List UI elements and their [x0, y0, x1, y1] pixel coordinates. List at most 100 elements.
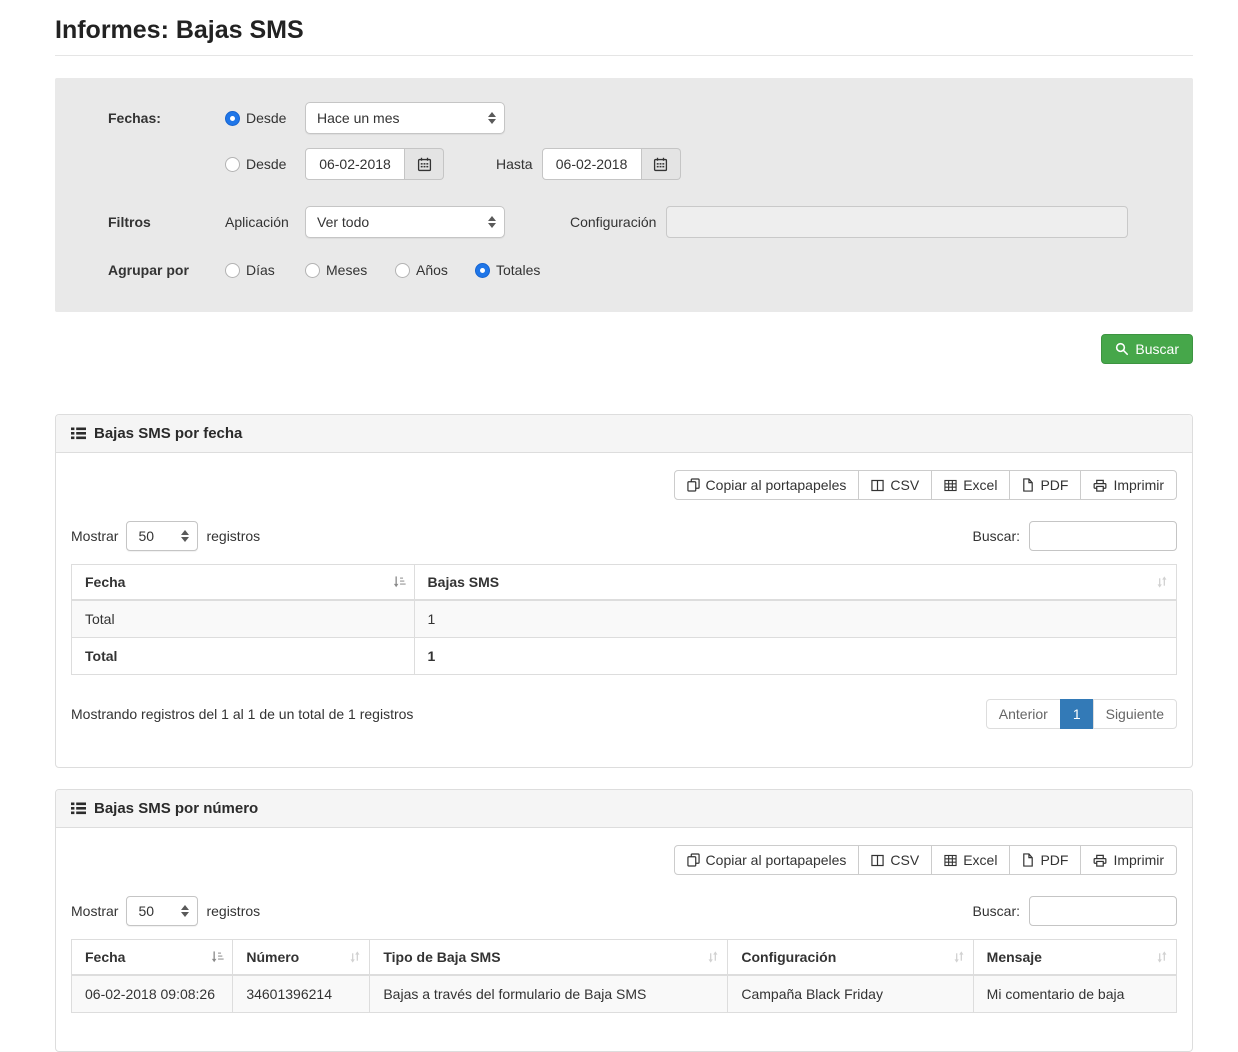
print-button[interactable]: Imprimir	[1080, 845, 1177, 875]
pagination-page-1-button[interactable]: 1	[1060, 699, 1094, 729]
list-icon	[71, 802, 86, 815]
configuracion-label: Configuración	[570, 214, 656, 230]
page-size-select[interactable]: 50	[126, 521, 198, 551]
select-spinner-icon	[488, 216, 496, 228]
printer-icon	[1093, 854, 1107, 867]
column-header-mensaje[interactable]: Mensaje	[973, 940, 1176, 976]
hasta-calendar-button[interactable]	[642, 148, 681, 180]
dt-controls-fecha: Mostrar 50 registros Buscar:	[71, 521, 1177, 551]
aplicacion-select[interactable]: Ver todo	[305, 206, 505, 238]
column-header-fecha[interactable]: Fecha	[72, 940, 233, 976]
table-icon	[944, 854, 957, 867]
fechas-preset-row: Fechas: Desde Hace un mes	[55, 102, 1193, 134]
page-title: Informes: Bajas SMS	[55, 16, 1193, 45]
desde-date-input[interactable]	[305, 148, 405, 180]
pdf-button[interactable]: PDF	[1009, 470, 1081, 500]
desde-calendar-button[interactable]	[405, 148, 444, 180]
table-search-input[interactable]	[1029, 521, 1177, 551]
desde-preset-radio[interactable]: Desde	[225, 110, 286, 126]
date-preset-select-value: Hace un mes	[317, 110, 399, 126]
dt-controls-numero: Mostrar 50 registros Buscar:	[71, 896, 1177, 926]
file-pdf-icon	[1022, 478, 1034, 492]
table-search-label: Buscar:	[973, 903, 1020, 919]
table-info-text: Mostrando registros del 1 al 1 de un tot…	[71, 706, 413, 722]
calendar-icon	[653, 157, 668, 172]
mostrar-label: Mostrar	[71, 903, 118, 919]
panel-fecha-heading: Bajas SMS por fecha	[56, 415, 1192, 453]
columns-icon	[871, 854, 884, 867]
date-preset-select[interactable]: Hace un mes	[305, 102, 505, 134]
copy-icon	[687, 478, 700, 492]
column-header-bajas-sms[interactable]: Bajas SMS	[414, 565, 1176, 601]
export-toolbar: Copiar al portapapeles CSV Excel PDF	[71, 845, 1177, 875]
aplicacion-select-value: Ver todo	[317, 214, 369, 230]
search-icon	[1115, 342, 1129, 356]
select-spinner-icon	[488, 112, 496, 124]
table-search-input[interactable]	[1029, 896, 1177, 926]
agrupar-radio-anos[interactable]: Años	[395, 262, 448, 278]
hasta-label: Hasta	[496, 156, 533, 172]
column-header-tipo-de-baja[interactable]: Tipo de Baja SMS	[370, 940, 728, 976]
panel-bajas-por-numero: Bajas SMS por número Copiar al portapape…	[55, 789, 1193, 1052]
table-row[interactable]: 06-02-2018 09:08:26 34601396214 Bajas a …	[72, 975, 1177, 1013]
table-bajas-por-fecha: Fecha Bajas SMS Total 1	[71, 564, 1177, 675]
table-bajas-por-numero: Fecha Número Tipo de Baja SMS Confi	[71, 939, 1177, 1013]
copy-icon	[687, 853, 700, 867]
aplicacion-label: Aplicación	[225, 214, 289, 230]
print-button[interactable]: Imprimir	[1080, 470, 1177, 500]
table-row[interactable]: Total 1	[72, 600, 1177, 638]
configuracion-input[interactable]	[666, 206, 1128, 238]
print-button-label: Imprimir	[1113, 852, 1164, 868]
radio-dot-icon	[225, 157, 240, 172]
select-spinner-icon	[181, 530, 189, 542]
csv-button-label: CSV	[890, 477, 919, 493]
copy-button[interactable]: Copiar al portapapeles	[674, 845, 860, 875]
pdf-button[interactable]: PDF	[1009, 845, 1081, 875]
panel-numero-body: Copiar al portapapeles CSV Excel PDF	[56, 828, 1192, 1051]
page-size-select[interactable]: 50	[126, 896, 198, 926]
sort-both-icon	[953, 951, 965, 964]
pagination-next-button[interactable]: Siguiente	[1093, 699, 1177, 729]
excel-button[interactable]: Excel	[931, 845, 1010, 875]
csv-button[interactable]: CSV	[858, 470, 932, 500]
desde-custom-radio[interactable]: Desde	[225, 156, 286, 172]
file-pdf-icon	[1022, 853, 1034, 867]
agrupar-radio-dias[interactable]: Días	[225, 262, 275, 278]
agrupar-radio-meses[interactable]: Meses	[305, 262, 367, 278]
csv-button[interactable]: CSV	[858, 845, 932, 875]
excel-button[interactable]: Excel	[931, 470, 1010, 500]
radio-dot-icon	[225, 111, 240, 126]
agrupar-radio-totales[interactable]: Totales	[475, 262, 540, 278]
radio-dot-icon	[475, 263, 490, 278]
filter-panel: Fechas: Desde Hace un mes Desde	[55, 78, 1193, 312]
printer-icon	[1093, 479, 1107, 492]
sort-both-icon	[707, 951, 719, 964]
table-total-row[interactable]: Total 1	[72, 638, 1177, 675]
pagination: Anterior 1 Siguiente	[986, 699, 1177, 729]
sort-both-icon	[349, 951, 361, 964]
excel-button-label: Excel	[963, 477, 997, 493]
page-header: Informes: Bajas SMS	[55, 16, 1193, 56]
registros-label: registros	[206, 903, 260, 919]
list-icon	[71, 427, 86, 440]
sort-asc-icon	[393, 576, 406, 589]
mostrar-label: Mostrar	[71, 528, 118, 544]
sort-asc-icon	[211, 951, 224, 964]
agrupar-label: Agrupar por	[108, 262, 225, 278]
print-button-label: Imprimir	[1113, 477, 1164, 493]
hasta-date-group	[542, 148, 681, 180]
table-icon	[944, 479, 957, 492]
hasta-date-input[interactable]	[542, 148, 642, 180]
buscar-button[interactable]: Buscar	[1101, 334, 1193, 364]
pagination-prev-button[interactable]: Anterior	[986, 699, 1061, 729]
fechas-label: Fechas:	[108, 110, 225, 126]
agrupar-row: Agrupar por Días Meses Años	[55, 254, 1193, 286]
copy-button[interactable]: Copiar al portapapeles	[674, 470, 860, 500]
radio-dot-icon	[305, 263, 320, 278]
export-toolbar: Copiar al portapapeles CSV Excel PDF	[71, 470, 1177, 500]
desde-preset-radio-label: Desde	[246, 110, 286, 126]
column-header-fecha[interactable]: Fecha	[72, 565, 415, 601]
page-size-value: 50	[138, 528, 154, 544]
column-header-numero[interactable]: Número	[233, 940, 370, 976]
column-header-configuracion[interactable]: Configuración	[728, 940, 973, 976]
